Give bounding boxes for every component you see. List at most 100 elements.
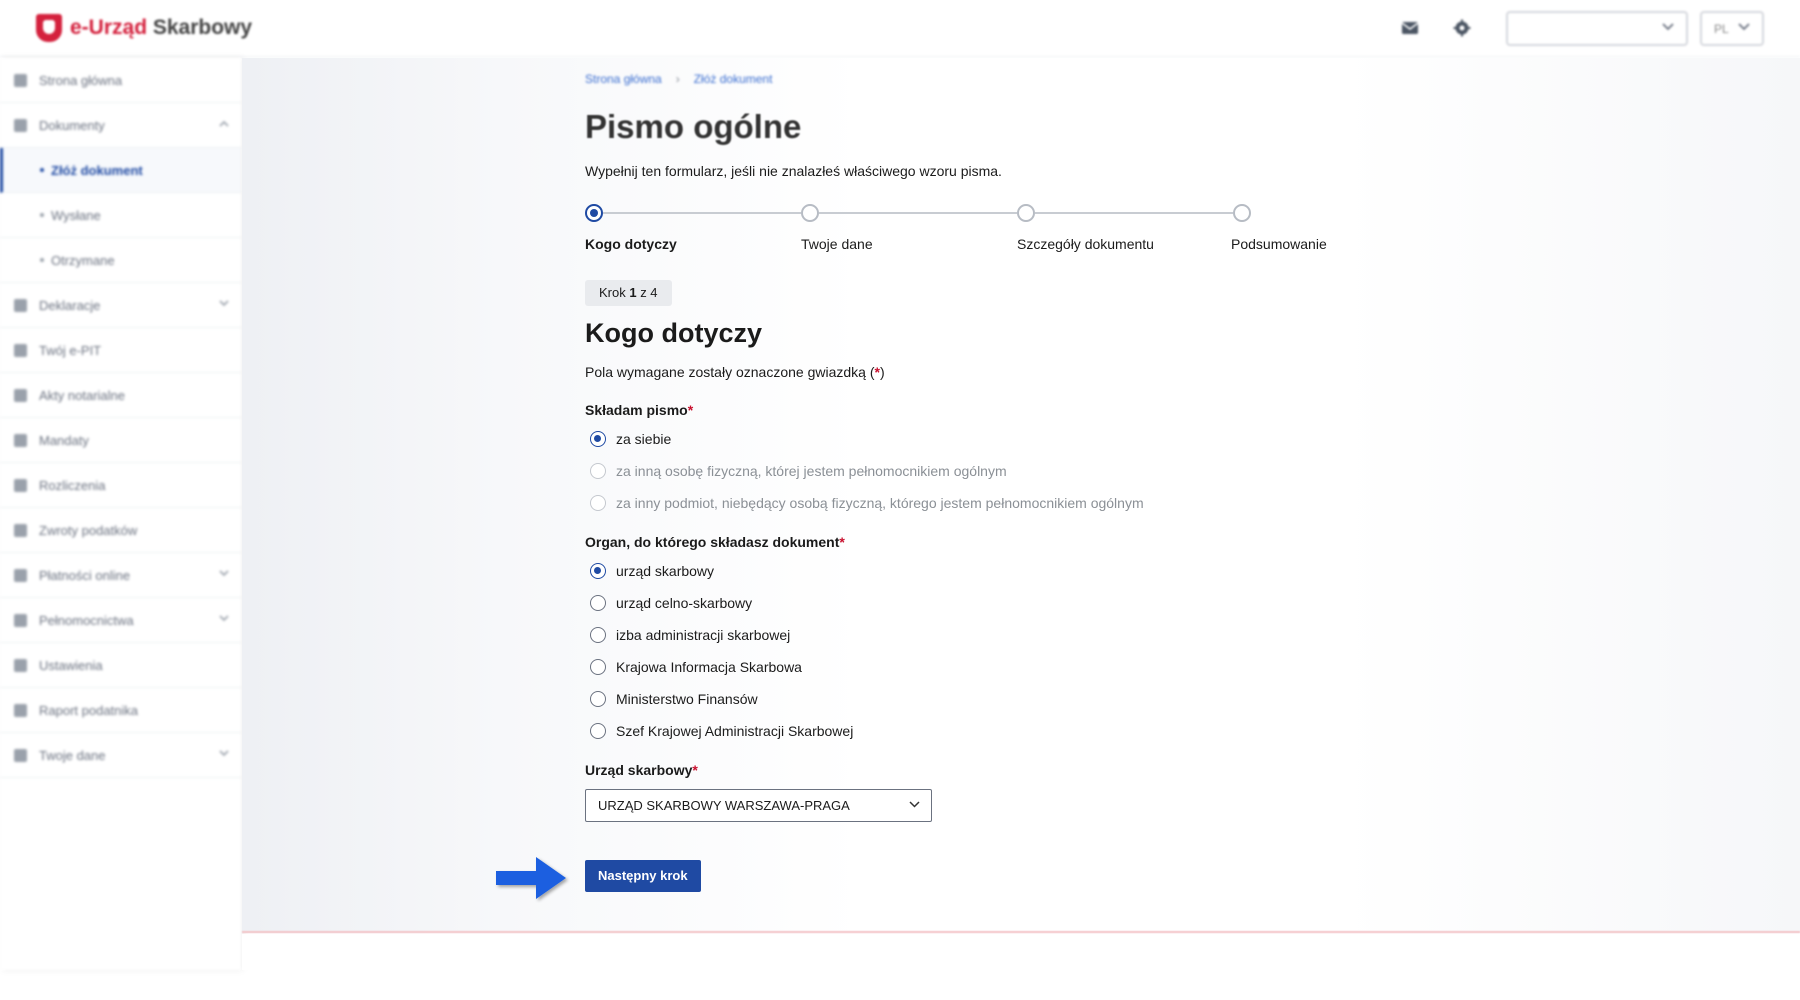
radio-button[interactable]	[590, 723, 606, 739]
sidebar-item-ustawienia[interactable]: Ustawienia	[0, 643, 241, 688]
chevron-right-icon: ›	[675, 72, 680, 86]
radio-szef-kas[interactable]: Szef Krajowej Administracji Skarbowej	[590, 723, 853, 739]
stepper-connector	[819, 212, 1017, 214]
page-title: Pismo ogólne	[585, 108, 802, 145]
sidebar-item-e-pit[interactable]: Twój e-PIT	[0, 328, 241, 373]
radio-button[interactable]	[590, 595, 606, 611]
radio-ministerstwo-finansow[interactable]: Ministerstwo Finansów	[590, 691, 758, 707]
account-select[interactable]	[1506, 10, 1688, 46]
ticket-icon	[14, 433, 27, 447]
urzad-skarbowy-label: Urząd skarbowy*	[585, 762, 698, 778]
home-icon	[14, 73, 27, 87]
brand-title: e-Urząd Skarbowy	[70, 16, 253, 39]
document-icon	[14, 298, 27, 312]
skladam-pismo-label: Składam pismo*	[585, 402, 694, 418]
users-icon	[14, 613, 27, 627]
chevron-down-icon	[219, 570, 229, 577]
sidebar-item-wyslane[interactable]: Wysłane	[0, 193, 241, 238]
breadcrumb: Strona główna › Złóż dokument	[585, 72, 772, 86]
progress-stepper: Kogo dotyczy Twoje dane Szczegóły dokume…	[585, 202, 1327, 262]
chevron-down-icon	[219, 615, 229, 622]
sidebar-item-home[interactable]: Strona główna	[0, 58, 241, 103]
stepper-connector	[1035, 212, 1233, 214]
radio-button[interactable]	[590, 563, 606, 579]
bullet-icon	[40, 213, 44, 217]
chevron-down-icon	[1738, 22, 1750, 30]
step-3-label: Szczegóły dokumentu	[1017, 236, 1154, 252]
chevron-down-icon	[219, 300, 229, 307]
radio-button[interactable]	[590, 691, 606, 707]
bullet-icon	[40, 168, 44, 172]
gear-icon[interactable]	[1452, 18, 1472, 38]
header-actions: PL	[1368, 10, 1764, 46]
top-header: e-Urząd Skarbowy PL	[0, 0, 1800, 57]
user-icon	[14, 748, 27, 762]
radio-button[interactable]	[590, 431, 606, 447]
chevron-down-icon	[1662, 22, 1674, 30]
refund-icon	[14, 523, 27, 537]
step-4-indicator	[1233, 204, 1251, 222]
step-counter-badge: Krok 1 z 4	[585, 280, 672, 306]
sidebar-item-dokumenty[interactable]: Dokumenty	[0, 103, 241, 148]
stepper-connector	[603, 212, 801, 214]
sidebar-item-zwroty[interactable]: Zwroty podatków	[0, 508, 241, 553]
step-4-label: Podsumowanie	[1231, 236, 1327, 252]
section-title: Kogo dotyczy	[585, 318, 763, 348]
card-icon	[14, 568, 27, 582]
step-3-indicator	[1017, 204, 1035, 222]
arrow-right-icon	[496, 857, 566, 899]
gear-icon	[14, 658, 27, 672]
radio-button[interactable]	[590, 659, 606, 675]
chevron-down-icon	[909, 801, 920, 808]
radio-za-siebie[interactable]: za siebie	[590, 431, 671, 447]
radio-button[interactable]	[590, 495, 606, 511]
language-select[interactable]: PL	[1700, 10, 1764, 46]
radio-urzad-celno-skarbowy[interactable]: urząd celno-skarbowy	[590, 595, 752, 611]
stamp-icon	[14, 388, 27, 402]
required-fields-note: Pola wymagane zostały oznaczone gwiazdką…	[585, 364, 885, 380]
sidebar-item-raport[interactable]: Raport podatnika	[0, 688, 241, 733]
next-step-button[interactable]: Następny krok	[585, 860, 701, 892]
step-2-indicator	[801, 204, 819, 222]
page-bottom	[242, 934, 1800, 970]
breadcrumb-home-link[interactable]: Strona główna	[585, 72, 662, 86]
step-2-label: Twoje dane	[801, 236, 873, 252]
sidebar-item-deklaracje[interactable]: Deklaracje	[0, 283, 241, 328]
sidebar-item-zloz-dokument[interactable]: Złóż dokument	[0, 148, 241, 193]
sidebar-item-twoje-dane[interactable]: Twoje dane	[0, 733, 241, 778]
sidebar-item-akty-notarialne[interactable]: Akty notarialne	[0, 373, 241, 418]
breadcrumb-current[interactable]: Złóż dokument	[694, 72, 773, 86]
radio-za-inny-podmiot[interactable]: za inny podmiot, niebędący osobą fizyczn…	[590, 495, 1144, 511]
wallet-icon	[14, 478, 27, 492]
bullet-icon	[40, 258, 44, 262]
sidebar-item-pelnomocnictwa[interactable]: Pełnomocnictwa	[0, 598, 241, 643]
report-icon	[14, 703, 27, 717]
urzad-skarbowy-select[interactable]: URZĄD SKARBOWY WARSZAWA-PRAGA	[585, 789, 932, 822]
chevron-down-icon	[219, 750, 229, 757]
sidebar-item-platnosci[interactable]: Płatności online	[0, 553, 241, 598]
organ-label: Organ, do którego składasz dokument*	[585, 534, 845, 550]
sidebar-item-mandaty[interactable]: Mandaty	[0, 418, 241, 463]
radio-button[interactable]	[590, 627, 606, 643]
footer-divider	[242, 931, 1800, 933]
mail-icon[interactable]	[1400, 18, 1420, 38]
logo[interactable]: e-Urząd Skarbowy	[36, 14, 252, 42]
document-icon	[14, 118, 27, 132]
step-1-indicator	[585, 204, 603, 222]
eagle-emblem-icon	[36, 14, 62, 42]
radio-button[interactable]	[590, 463, 606, 479]
select-value: URZĄD SKARBOWY WARSZAWA-PRAGA	[598, 798, 850, 813]
app-root: e-Urząd Skarbowy PL Strona główna Dokume…	[0, 0, 1800, 1000]
radio-urzad-skarbowy[interactable]: urząd skarbowy	[590, 563, 714, 579]
step-1-label: Kogo dotyczy	[585, 236, 677, 252]
page-intro: Wypełnij ten formularz, jeśli nie znalaz…	[585, 163, 1002, 179]
document-icon	[14, 343, 27, 357]
radio-izba-administracji[interactable]: izba administracji skarbowej	[590, 627, 790, 643]
sidebar-nav: Strona główna Dokumenty Złóż dokument Wy…	[0, 58, 241, 970]
language-label: PL	[1714, 21, 1729, 36]
sidebar-item-otrzymane[interactable]: Otrzymane	[0, 238, 241, 283]
radio-za-inna-osobe[interactable]: za inną osobę fizyczną, której jestem pe…	[590, 463, 1007, 479]
radio-kis[interactable]: Krajowa Informacja Skarbowa	[590, 659, 802, 675]
chevron-up-icon	[219, 120, 229, 127]
sidebar-item-rozliczenia[interactable]: Rozliczenia	[0, 463, 241, 508]
